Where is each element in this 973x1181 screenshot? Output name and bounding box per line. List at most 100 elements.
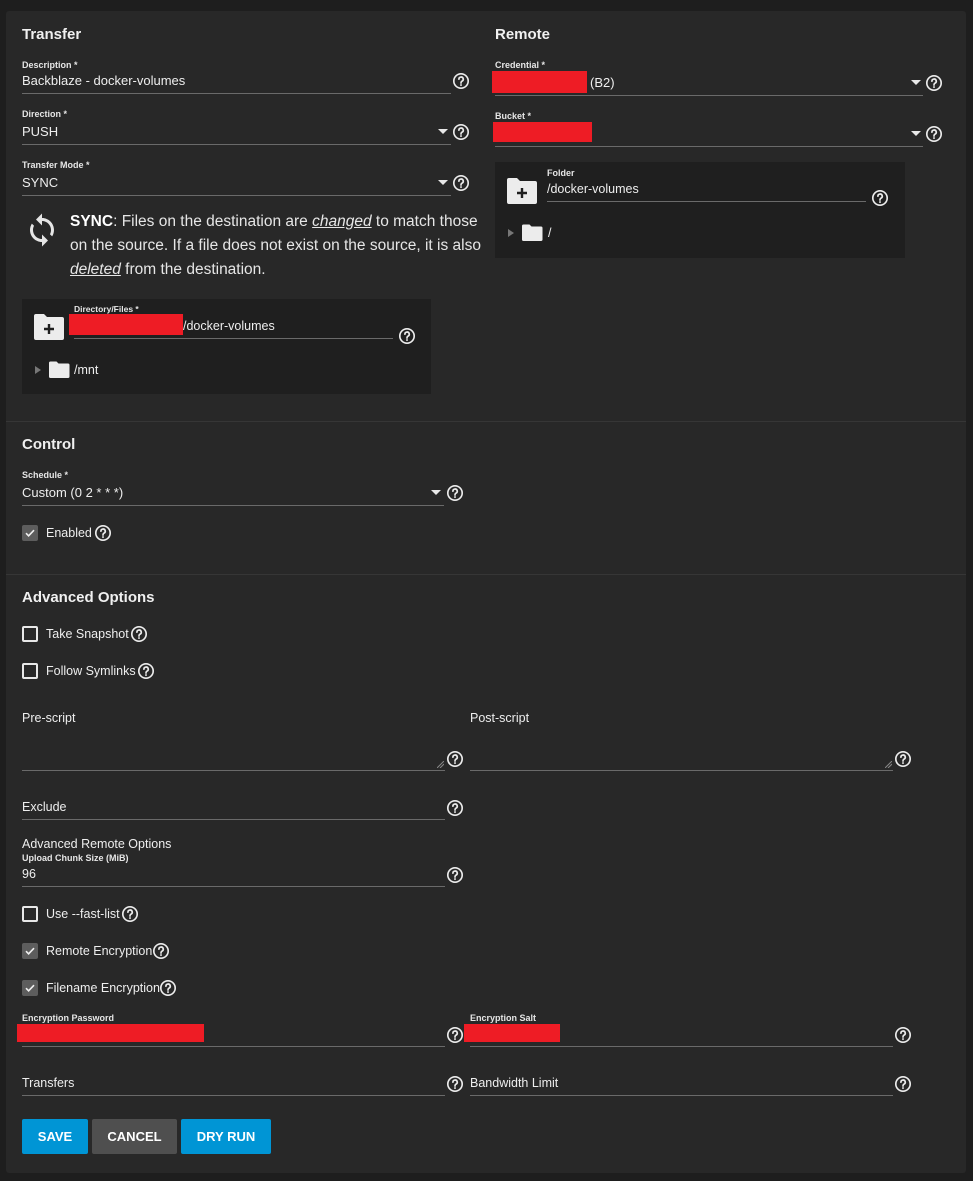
- resize-handle-icon[interactable]: [437, 761, 444, 768]
- cloud-sync-task-form: Transfer Description * Backblaze - docke…: [6, 11, 966, 1173]
- description-underline: [22, 93, 451, 94]
- bandwidth-limit-help-icon[interactable]: [894, 1075, 912, 1093]
- tree-node-root[interactable]: /: [548, 226, 551, 240]
- encryption-password-input[interactable]: [22, 1024, 445, 1045]
- bucket-label: Bucket *: [495, 111, 532, 121]
- follow-symlinks-checkbox[interactable]: [22, 663, 38, 679]
- folder-icon: [48, 361, 70, 379]
- directory-files-help-icon[interactable]: [398, 327, 416, 345]
- remote-encryption-help-icon[interactable]: [152, 942, 170, 960]
- enabled-checkbox[interactable]: [22, 525, 38, 541]
- transfer-mode-dropdown-caret-icon[interactable]: [438, 180, 448, 185]
- schedule-help-icon[interactable]: [446, 484, 464, 502]
- transfers-input[interactable]: [22, 1075, 445, 1095]
- folder-label: Folder: [547, 168, 575, 178]
- tree-expand-icon[interactable]: [508, 229, 514, 237]
- post-script-help-icon[interactable]: [894, 750, 912, 768]
- folder-input[interactable]: /docker-volumes: [547, 182, 639, 196]
- folder-add-icon[interactable]: [506, 177, 538, 205]
- advanced-remote-options-heading: Advanced Remote Options: [22, 837, 172, 851]
- transfer-mode-select[interactable]: SYNC: [22, 175, 58, 190]
- fast-list-help-icon[interactable]: [121, 905, 139, 923]
- pre-script-textarea[interactable]: [22, 729, 445, 769]
- credential-label: Credential *: [495, 60, 546, 70]
- credential-help-icon[interactable]: [925, 74, 943, 92]
- check-icon: [25, 947, 35, 955]
- resize-handle-icon[interactable]: [885, 761, 892, 768]
- fast-list-label: Use --fast-list: [46, 907, 120, 921]
- directory-files-underline: [74, 338, 393, 339]
- pre-script-help-icon[interactable]: [446, 750, 464, 768]
- sync-note-em2: deleted: [70, 261, 121, 278]
- credential-dropdown-caret-icon[interactable]: [911, 80, 921, 85]
- encryption-salt-input[interactable]: [470, 1024, 893, 1045]
- remote-encryption-checkbox[interactable]: [22, 943, 38, 959]
- transfer-heading: Transfer: [22, 26, 82, 43]
- description-help-icon[interactable]: [452, 72, 470, 90]
- directory-files-input[interactable]: /docker-volumes: [183, 319, 275, 333]
- cancel-button[interactable]: CANCEL: [92, 1119, 177, 1154]
- enabled-label: Enabled: [46, 526, 92, 540]
- upload-chunk-size-input[interactable]: 96: [22, 867, 36, 881]
- schedule-label: Schedule *: [22, 470, 69, 480]
- folder-icon: [521, 224, 543, 242]
- exclude-input[interactable]: [22, 799, 445, 819]
- folder-panel: Folder /docker-volumes /: [495, 162, 905, 258]
- transfers-help-icon[interactable]: [446, 1075, 464, 1093]
- direction-label: Direction *: [22, 109, 68, 119]
- upload-chunk-size-help-icon[interactable]: [446, 866, 464, 884]
- exclude-help-icon[interactable]: [446, 799, 464, 817]
- remote-encryption-label: Remote Encryption: [46, 944, 153, 958]
- check-icon: [25, 984, 35, 992]
- bandwidth-limit-underline: [470, 1095, 893, 1096]
- take-snapshot-help-icon[interactable]: [130, 625, 148, 643]
- tree-expand-icon[interactable]: [35, 366, 41, 374]
- check-icon: [25, 529, 35, 537]
- direction-underline: [22, 144, 451, 145]
- direction-select[interactable]: PUSH: [22, 124, 58, 139]
- pre-script-underline: [22, 770, 445, 771]
- sync-note-em1: changed: [312, 213, 372, 230]
- encryption-salt-help-icon[interactable]: [894, 1026, 912, 1044]
- sync-mode-description: SYNC: Files on the destination are chang…: [70, 210, 490, 282]
- save-button[interactable]: SAVE: [22, 1119, 88, 1154]
- fast-list-checkbox[interactable]: [22, 906, 38, 922]
- folder-help-icon[interactable]: [871, 189, 889, 207]
- filename-encryption-checkbox[interactable]: [22, 980, 38, 996]
- schedule-select[interactable]: Custom (0 2 * * *): [22, 485, 123, 500]
- description-input[interactable]: Backblaze - docker-volumes: [22, 73, 185, 88]
- post-script-underline: [470, 770, 893, 771]
- filename-encryption-help-icon[interactable]: [159, 979, 177, 997]
- remote-heading: Remote: [495, 26, 551, 43]
- direction-dropdown-caret-icon[interactable]: [438, 129, 448, 134]
- pre-script-label: Pre-script: [22, 711, 76, 725]
- directory-files-label: Directory/Files *: [74, 304, 139, 314]
- credential-underline: [495, 95, 923, 96]
- bandwidth-limit-input[interactable]: [470, 1075, 893, 1095]
- filename-encryption-label: Filename Encryption: [46, 981, 160, 995]
- sync-icon: [24, 212, 60, 248]
- bucket-help-icon[interactable]: [925, 125, 943, 143]
- sync-note-part3: from the destination.: [120, 261, 266, 278]
- sync-note-part1: : Files on the destination are: [113, 213, 313, 230]
- folder-add-icon[interactable]: [33, 313, 65, 341]
- follow-symlinks-help-icon[interactable]: [137, 662, 155, 680]
- upload-chunk-size-label: Upload Chunk Size (MiB): [22, 853, 129, 863]
- credential-select[interactable]: (B2): [590, 75, 615, 90]
- encryption-password-help-icon[interactable]: [446, 1026, 464, 1044]
- tree-node-mnt[interactable]: /mnt: [74, 363, 98, 377]
- encryption-password-label: Encryption Password: [22, 1013, 115, 1023]
- dry-run-button[interactable]: DRY RUN: [181, 1119, 271, 1154]
- transfer-mode-underline: [22, 195, 451, 196]
- bucket-dropdown-caret-icon[interactable]: [911, 131, 921, 136]
- encryption-salt-underline: [470, 1046, 893, 1047]
- schedule-underline: [22, 505, 444, 506]
- transfer-mode-help-icon[interactable]: [452, 174, 470, 192]
- post-script-textarea[interactable]: [470, 729, 893, 769]
- credential-redaction: [492, 71, 587, 93]
- take-snapshot-checkbox[interactable]: [22, 626, 38, 642]
- schedule-dropdown-caret-icon[interactable]: [431, 490, 441, 495]
- enabled-help-icon[interactable]: [94, 524, 112, 542]
- direction-help-icon[interactable]: [452, 123, 470, 141]
- upload-chunk-size-underline: [22, 886, 445, 887]
